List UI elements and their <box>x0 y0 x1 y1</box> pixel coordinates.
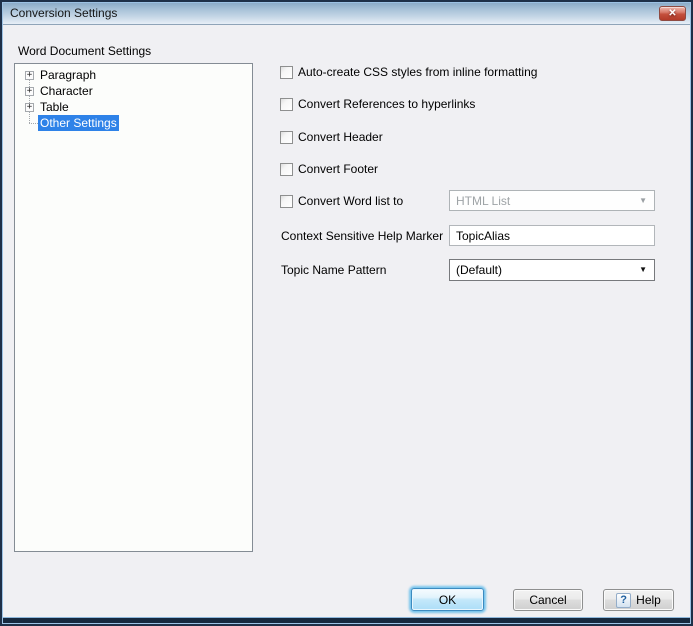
checkbox-label: Convert Footer <box>298 162 378 176</box>
close-button[interactable]: ✕ <box>659 6 686 21</box>
cancel-button-label: Cancel <box>529 593 566 607</box>
help-button[interactable]: ? Help <box>603 589 674 611</box>
settings-tree: + Paragraph + Character + Table Other Se… <box>14 63 253 552</box>
checkbox-label: Convert Word list to <box>298 194 403 208</box>
window-title: Conversion Settings <box>10 2 117 24</box>
conversion-settings-dialog: Conversion Settings ✕ Word Document Sett… <box>0 0 693 626</box>
checkbox-row-convert-footer[interactable]: Convert Footer <box>280 161 378 177</box>
ok-button[interactable]: OK <box>411 588 484 611</box>
checkbox-row-convert-word-list[interactable]: Convert Word list to <box>280 193 403 209</box>
topic-pattern-label: Topic Name Pattern <box>281 263 386 277</box>
checkbox-label: Auto-create CSS styles from inline forma… <box>298 65 537 79</box>
expand-plus-icon[interactable]: + <box>25 103 34 112</box>
window-bottom-edge <box>2 617 691 624</box>
convert-header-checkbox[interactable] <box>280 131 293 144</box>
convert-footer-checkbox[interactable] <box>280 163 293 176</box>
tree-item-label: Other Settings <box>38 115 119 131</box>
ok-button-label: OK <box>439 593 456 607</box>
cancel-button[interactable]: Cancel <box>513 589 583 611</box>
tree-item-label: Character <box>38 83 95 99</box>
topic-pattern-select[interactable]: (Default) ▼ <box>449 259 655 281</box>
tree-item-other-settings[interactable]: Other Settings <box>15 115 252 131</box>
topic-pattern-select-value: (Default) <box>450 263 639 277</box>
help-marker-label: Context Sensitive Help Marker <box>281 229 443 243</box>
close-icon: ✕ <box>668 9 676 19</box>
left-panel-label: Word Document Settings <box>18 44 151 58</box>
tree-item-character[interactable]: + Character <box>15 83 252 99</box>
chevron-down-icon: ▼ <box>639 266 654 274</box>
checkbox-row-convert-references[interactable]: Convert References to hyperlinks <box>280 96 475 112</box>
checkbox-row-convert-header[interactable]: Convert Header <box>280 129 383 145</box>
expand-plus-icon[interactable]: + <box>25 87 34 96</box>
chevron-down-icon: ▼ <box>639 197 654 205</box>
checkbox-label: Convert References to hyperlinks <box>298 97 475 111</box>
tree-item-table[interactable]: + Table <box>15 99 252 115</box>
tree-item-label: Table <box>38 99 71 115</box>
title-bar[interactable]: Conversion Settings ✕ <box>2 2 691 25</box>
convert-word-list-checkbox[interactable] <box>280 195 293 208</box>
word-list-select-value: HTML List <box>450 194 639 208</box>
word-list-select: HTML List ▼ <box>449 190 655 211</box>
checkbox-label: Convert Header <box>298 130 383 144</box>
tree-item-paragraph[interactable]: + Paragraph <box>15 67 252 83</box>
help-question-icon: ? <box>616 593 631 608</box>
tree-item-label: Paragraph <box>38 67 98 83</box>
help-button-label: Help <box>636 593 661 607</box>
help-marker-input[interactable] <box>449 225 655 246</box>
convert-references-checkbox[interactable] <box>280 98 293 111</box>
auto-create-css-checkbox[interactable] <box>280 66 293 79</box>
expand-plus-icon[interactable]: + <box>25 71 34 80</box>
checkbox-row-auto-create-css[interactable]: Auto-create CSS styles from inline forma… <box>280 64 537 80</box>
